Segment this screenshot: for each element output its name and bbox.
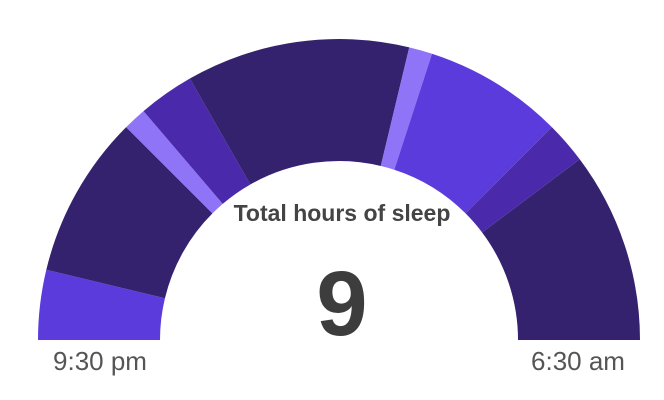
gauge-center-label: Total hours of sleep [233,200,451,226]
gauge-center-value: 9 [316,253,368,355]
start-time-label: 9:30 pm [53,346,147,376]
end-time-label: 6:30 am [531,346,625,376]
